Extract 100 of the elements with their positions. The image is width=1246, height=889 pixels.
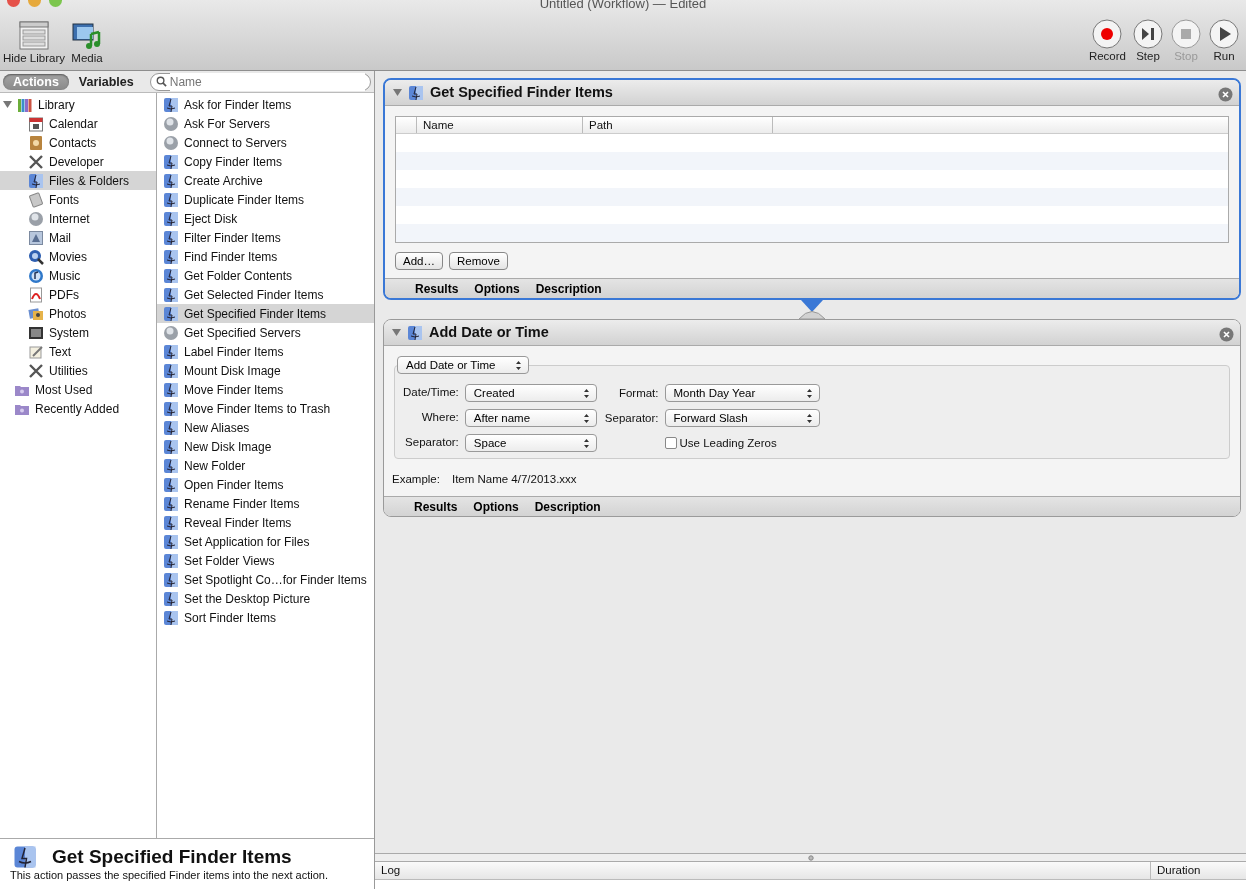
action-label: Ask for Finder Items [184,96,292,114]
category-item[interactable]: System [0,323,156,342]
stamp-icon [28,229,44,246]
system-icon [28,324,44,341]
action-item[interactable]: Set Spotlight Co…for Finder Items [157,570,374,589]
action-item[interactable]: Set the Desktop Picture [157,589,374,608]
category-item[interactable]: Music [0,266,156,285]
action-item[interactable]: Set Application for Files [157,532,374,551]
column-header[interactable]: Name [416,117,582,133]
action-item[interactable]: Open Finder Items [157,475,374,494]
action-label: Open Finder Items [184,476,284,494]
toolbar-button[interactable]: Hide Library [3,20,65,65]
checkbox-box[interactable] [664,437,677,450]
example-text: Item Name 4/7/2013.xxx [451,472,577,487]
table-row[interactable] [396,224,1228,242]
footer-tab[interactable]: Options [473,497,519,516]
action-item[interactable]: Label Finder Items [157,342,374,361]
action-item[interactable]: Find Finder Items [157,247,374,266]
category-item[interactable]: Mail [0,228,156,247]
category-item[interactable]: Utilities [0,361,156,380]
category-item[interactable]: Files & Folders [0,171,156,190]
action-label: New Aliases [184,419,250,437]
finder-icon [163,571,179,588]
action-item[interactable]: Create Archive [157,171,374,190]
action-label: Set Folder Views [184,552,275,570]
globe-icon [28,210,44,227]
action-item[interactable]: Eject Disk [157,209,374,228]
category-item[interactable]: Text [0,342,156,361]
toolbar-button[interactable]: Record [1088,18,1126,63]
action-item[interactable]: Move Finder Items [157,380,374,399]
action-card[interactable]: Get Specified Finder Items Name Path Add… Remove Results Options Description [383,78,1241,300]
toolbar-button[interactable]: Media [71,20,103,65]
popup-button[interactable]: Created [464,384,597,402]
action-item[interactable]: Ask For Servers [157,114,374,133]
action-item[interactable]: Rename Finder Items [157,494,374,513]
column-header[interactable]: Path [582,117,772,133]
library-tab[interactable]: Variables [68,73,144,90]
push-button[interactable]: Remove [448,252,508,270]
category-item[interactable]: Calendar [0,114,156,133]
action-item[interactable]: Get Selected Finder Items [157,285,374,304]
action-item[interactable]: Sort Finder Items [157,608,374,627]
popup-button[interactable]: After name [464,409,597,427]
action-card[interactable] [383,319,1241,518]
category-item[interactable]: Developer [0,152,156,171]
category-item[interactable]: Contacts [0,133,156,152]
push-button[interactable]: Add… [395,252,443,270]
category-item[interactable]: Most Used [0,380,156,399]
finder-icon [163,191,179,208]
action-label: Set Spotlight Co…for Finder Items [184,571,367,589]
category-item[interactable]: Recently Added [0,399,156,418]
action-item[interactable]: Ask for Finder Items [157,95,374,114]
action-item[interactable]: New Aliases [157,418,374,437]
action-item[interactable]: New Disk Image [157,437,374,456]
action-item[interactable]: Get Specified Finder Items [157,304,374,323]
search-field[interactable]: Name [149,72,371,91]
footer-tab[interactable]: Description [534,497,601,516]
action-item[interactable]: Connect to Servers [157,133,374,152]
hide-library-icon [18,20,50,52]
popup-button[interactable]: Month Day Year [664,384,820,403]
column-header[interactable]: Log [375,862,1150,879]
action-item[interactable]: Mount Disk Image [157,361,374,380]
table-row[interactable] [396,152,1228,170]
action-item[interactable]: Get Folder Contents [157,266,374,285]
popup-button[interactable]: Add Date or Time [397,356,529,374]
category-label: Internet [49,210,90,228]
action-item[interactable]: Move Finder Items to Trash [157,399,374,418]
category-item[interactable]: Photos [0,304,156,323]
close-button[interactable] [1218,85,1233,100]
field-label: Separator: [604,410,659,426]
popup-button[interactable]: Space [464,434,597,452]
footer-tab[interactable]: Description [535,279,602,298]
close-button[interactable] [1219,325,1234,340]
footer-tab[interactable]: Options [474,279,520,298]
checkbox[interactable]: Use Leading Zeros [664,434,820,452]
popup-button[interactable]: Forward Slash [664,409,820,428]
category-item[interactable]: Internet [0,209,156,228]
table-row[interactable] [396,188,1228,206]
column-header[interactable]: Duration [1150,862,1246,879]
category-label: Mail [49,229,71,247]
action-item[interactable]: New Folder [157,456,374,475]
category-item[interactable]: Movies [0,247,156,266]
toolbar-button[interactable]: Step [1132,18,1164,63]
magnifier-icon [28,248,44,265]
action-item[interactable]: Duplicate Finder Items [157,190,374,209]
action-item[interactable]: Reveal Finder Items [157,513,374,532]
finder-icon [163,172,179,189]
step-icon [1132,18,1164,50]
action-item[interactable]: Copy Finder Items [157,152,374,171]
action-item[interactable]: Filter Finder Items [157,228,374,247]
action-item[interactable]: Set Folder Views [157,551,374,570]
category-item[interactable]: Fonts [0,190,156,209]
splitter-handle[interactable] [375,853,1246,862]
footer-tab[interactable]: Results [414,497,458,516]
category-item[interactable]: Library [0,95,156,114]
action-item[interactable]: Get Specified Servers [157,323,374,342]
footer-tab[interactable]: Results [415,279,459,298]
category-item[interactable]: PDFs [0,285,156,304]
toolbar-button[interactable]: Run [1208,18,1240,63]
finder-icon [163,96,179,113]
field-label: Where: [420,410,459,426]
